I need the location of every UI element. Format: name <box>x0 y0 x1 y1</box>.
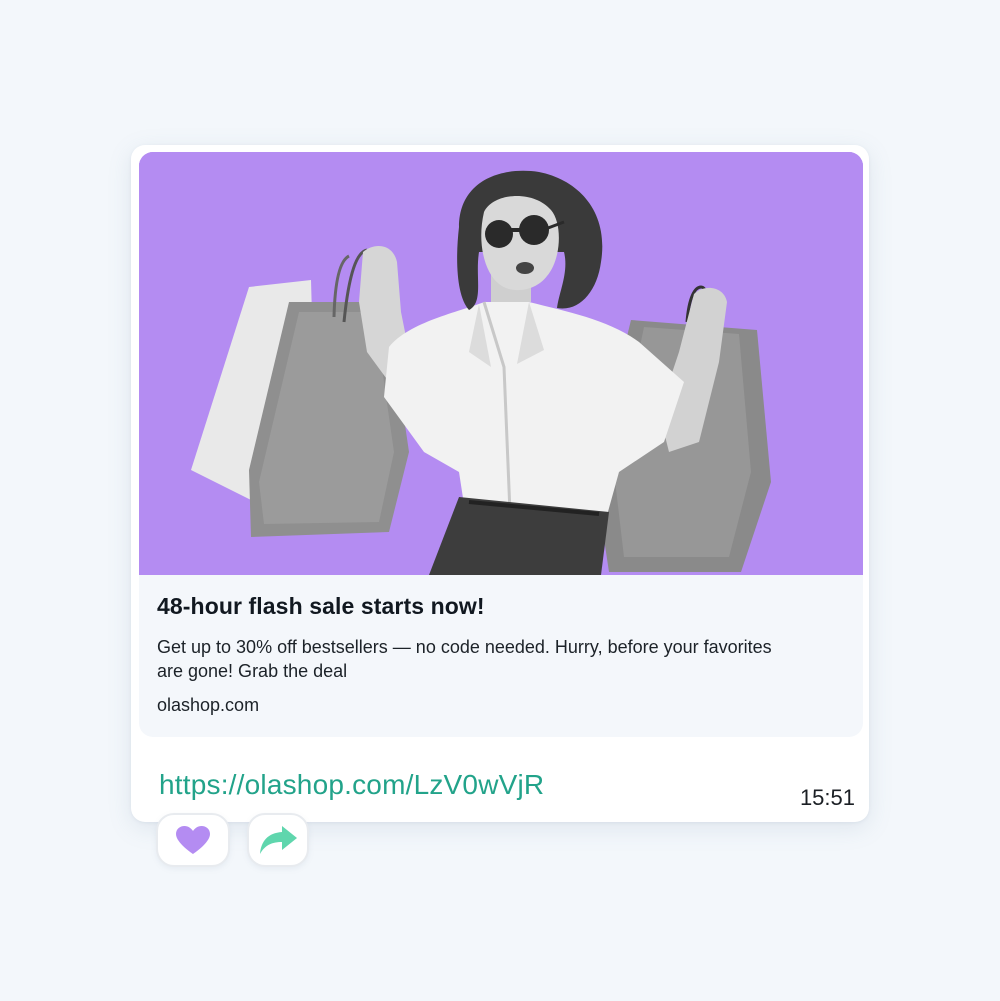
heart-icon <box>176 826 210 854</box>
share-arrow-icon <box>260 826 297 854</box>
share-button[interactable] <box>247 813 309 867</box>
shopping-woman-illustration <box>139 152 863 575</box>
preview-title: 48-hour flash sale starts now! <box>157 593 485 619</box>
message-timestamp: 15:51 <box>799 785 855 810</box>
preview-description: Get up to 30% off bestsellers — no code … <box>157 637 772 681</box>
like-button[interactable] <box>156 813 230 867</box>
message-card: 48-hour flash sale starts now! Get up to… <box>131 145 869 822</box>
preview-domain: olashop.com <box>157 695 260 715</box>
link-preview-card[interactable]: 48-hour flash sale starts now! Get up to… <box>139 152 863 737</box>
preview-image[interactable] <box>139 152 863 575</box>
message-link[interactable]: https://olashop.com/LzV0wVjR <box>159 769 544 801</box>
